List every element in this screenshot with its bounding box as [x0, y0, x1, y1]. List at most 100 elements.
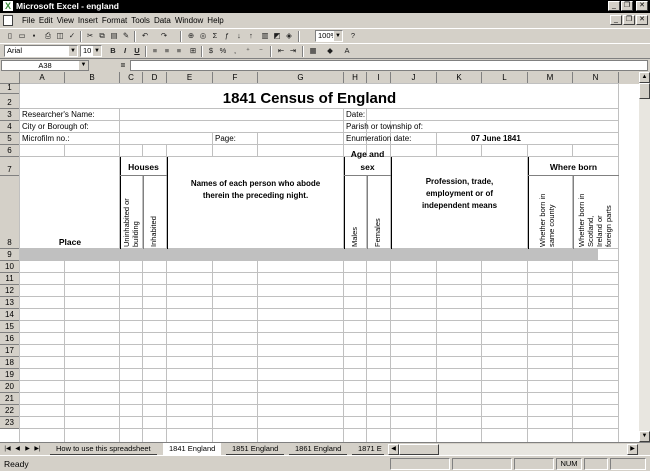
scroll-right-icon[interactable]: ▶	[627, 444, 638, 455]
row-header-15[interactable]: 15	[0, 321, 20, 333]
merged-cell[interactable]	[120, 121, 343, 132]
row-header-2[interactable]: 2	[0, 94, 20, 109]
row-header-4[interactable]: 4	[0, 121, 20, 133]
restore-icon[interactable]: ❐	[621, 1, 633, 11]
currency-icon[interactable]: $	[206, 46, 216, 56]
worksheet[interactable]: ABCDEFGHIJKLMN 1 2 3 4 5 6 7 8 9 10 11 12 13 14 15 16 17…	[0, 72, 639, 442]
sort-ascending-icon[interactable]: ↓	[234, 31, 244, 41]
merged-cell[interactable]	[391, 121, 618, 132]
align-center-icon[interactable]: ≡	[162, 46, 172, 56]
hscroll-thumb[interactable]	[399, 444, 439, 455]
equals-icon[interactable]: =	[118, 60, 128, 71]
undo-icon[interactable]: ↶	[140, 31, 150, 41]
hyperlink-icon[interactable]: ⊕	[186, 31, 196, 41]
increase-decimal-icon[interactable]: ⁺	[243, 46, 253, 56]
tab-1871-england[interactable]: 1871 E	[352, 443, 384, 455]
merge-center-icon[interactable]: ⊞	[188, 46, 198, 56]
row-header-21[interactable]: 21	[0, 393, 20, 405]
web-toolbar-icon[interactable]: ◎	[198, 31, 208, 41]
row-header-5[interactable]: 5	[0, 133, 20, 145]
comma-icon[interactable]: ,	[230, 46, 240, 56]
excel-app-icon[interactable]: X	[3, 1, 13, 11]
redo-icon[interactable]: ↷	[159, 31, 169, 41]
row-header-10[interactable]: 10	[0, 261, 20, 273]
cut-icon[interactable]: ✂	[85, 31, 95, 41]
font-select[interactable]: Arial ▼	[4, 45, 78, 57]
menu-format[interactable]: Format	[100, 13, 129, 28]
row-header-16[interactable]: 16	[0, 333, 20, 345]
new-icon[interactable]: ▯	[5, 31, 15, 41]
tab-1841-england[interactable]: 1841 England	[163, 443, 222, 455]
merged-cell[interactable]	[367, 109, 618, 120]
borders-icon[interactable]: ▦	[308, 46, 318, 56]
menu-data[interactable]: Data	[152, 13, 173, 28]
row-header-20[interactable]: 20	[0, 381, 20, 393]
doc-restore-icon[interactable]: ❐	[623, 15, 635, 25]
percent-icon[interactable]: %	[218, 46, 228, 56]
decrease-decimal-icon[interactable]: ⁻	[256, 46, 266, 56]
fill-color-icon[interactable]: ◆	[325, 46, 335, 56]
scroll-thumb[interactable]	[639, 83, 650, 99]
row-header-12[interactable]: 12	[0, 285, 20, 297]
minimize-icon[interactable]: _	[608, 1, 620, 11]
menu-file[interactable]: File	[20, 13, 37, 28]
tab-1851-england[interactable]: 1851 England	[226, 443, 285, 455]
tab-1861-england[interactable]: 1861 England	[289, 443, 348, 455]
merged-cell[interactable]	[20, 157, 119, 248]
increase-indent-icon[interactable]: ⇥	[288, 46, 298, 56]
font-size-select[interactable]: 10 ▼	[80, 45, 102, 57]
next-sheet-icon[interactable]: ▶	[23, 444, 32, 454]
scroll-up-icon[interactable]: ▲	[639, 72, 650, 83]
tab-how-to-use[interactable]: How to use this spreadsheet	[50, 443, 157, 455]
scroll-left-icon[interactable]: ◀	[388, 444, 399, 455]
merged-cell[interactable]	[258, 133, 343, 144]
sum-icon[interactable]: Σ	[210, 31, 220, 41]
doc-minimize-icon[interactable]: _	[610, 15, 622, 25]
menu-edit[interactable]: Edit	[37, 13, 55, 28]
spelling-icon[interactable]: ✓	[67, 31, 77, 41]
menu-window[interactable]: Window	[173, 13, 205, 28]
row-header-9[interactable]: 9	[0, 249, 20, 261]
zoom-select[interactable]: 100% ▼	[315, 30, 343, 42]
row-header-11[interactable]: 11	[0, 273, 20, 285]
menu-help[interactable]: Help	[205, 13, 225, 28]
row-header-14[interactable]: 14	[0, 309, 20, 321]
decrease-indent-icon[interactable]: ⇤	[276, 46, 286, 56]
format-painter-icon[interactable]: ✎	[121, 31, 131, 41]
merged-cell[interactable]	[167, 157, 343, 248]
first-sheet-icon[interactable]: |◀	[3, 444, 12, 454]
paste-icon[interactable]: ▤	[109, 31, 119, 41]
row-header-23[interactable]: 23	[0, 417, 20, 429]
menu-tools[interactable]: Tools	[129, 13, 152, 28]
menu-view[interactable]: View	[55, 13, 76, 28]
chevron-down-icon[interactable]: ▼	[79, 61, 88, 70]
row-header-19[interactable]: 19	[0, 369, 20, 381]
chevron-down-icon[interactable]: ▼	[92, 46, 101, 56]
row-header-17[interactable]: 17	[0, 345, 20, 357]
drawing-icon[interactable]: ◈	[284, 31, 294, 41]
scroll-down-icon[interactable]: ▼	[639, 431, 650, 442]
chevron-down-icon[interactable]: ▼	[68, 46, 77, 56]
print-icon[interactable]: ⎙	[43, 31, 53, 41]
office-assistant-icon[interactable]: ?	[348, 31, 358, 41]
sort-descending-icon[interactable]: ↑	[246, 31, 256, 41]
open-icon[interactable]: ▭	[17, 31, 27, 41]
font-color-icon[interactable]: A	[342, 46, 352, 56]
function-icon[interactable]: ƒ	[222, 31, 232, 41]
formula-input[interactable]	[130, 60, 648, 71]
merged-cell[interactable]	[437, 133, 618, 144]
row-header-7[interactable]: 7	[0, 157, 20, 176]
horizontal-scrollbar[interactable]: ◀ ▶	[388, 444, 638, 455]
copy-icon[interactable]: ⧉	[97, 31, 107, 41]
name-box[interactable]: A38 ▼	[1, 60, 89, 71]
prev-sheet-icon[interactable]: ◀	[13, 444, 22, 454]
bold-icon[interactable]: B	[108, 46, 118, 56]
row-header-1[interactable]: 1	[0, 83, 20, 94]
document-icon[interactable]	[3, 15, 13, 26]
vertical-scrollbar[interactable]: ▲ ▼	[639, 72, 650, 442]
chart-wizard-icon[interactable]: ▥	[260, 31, 270, 41]
underline-icon[interactable]: U	[132, 46, 142, 56]
row-header-22[interactable]: 22	[0, 405, 20, 417]
align-right-icon[interactable]: ≡	[174, 46, 184, 56]
doc-close-icon[interactable]: ✕	[636, 15, 648, 25]
